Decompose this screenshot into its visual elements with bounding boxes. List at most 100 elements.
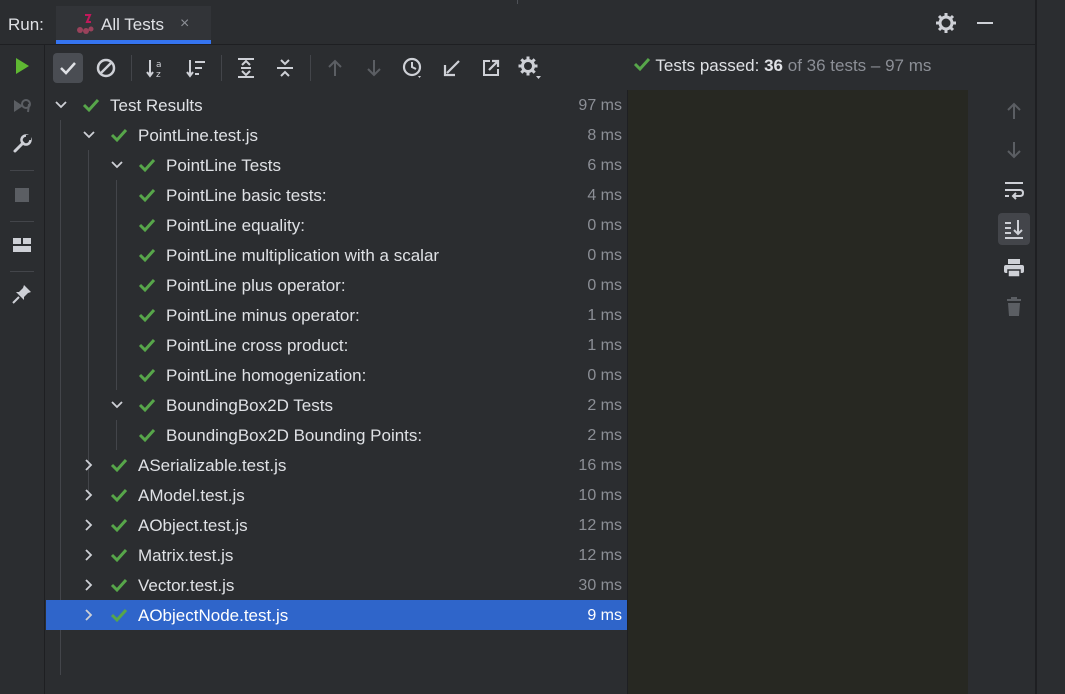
check-icon bbox=[138, 248, 156, 263]
check-icon bbox=[110, 608, 128, 623]
check-icon bbox=[138, 218, 156, 233]
tree-row-duration: 8 ms bbox=[587, 127, 622, 144]
check-icon bbox=[110, 518, 128, 533]
gear-icon bbox=[518, 56, 541, 79]
left-toolbar bbox=[0, 45, 45, 694]
tab-close-icon[interactable]: × bbox=[180, 15, 189, 33]
tree-row-label: Vector.test.js bbox=[138, 576, 235, 595]
tree-row-duration: 1 ms bbox=[587, 307, 622, 324]
separator bbox=[131, 55, 132, 81]
show-passed-button[interactable] bbox=[53, 53, 83, 83]
chevron-down-icon[interactable] bbox=[82, 128, 96, 142]
sort-duration-icon bbox=[186, 60, 205, 78]
tree-row[interactable]: PointLine plus operator: 0 ms bbox=[46, 270, 627, 300]
tree-row[interactable]: BoundingBox2D Bounding Points: 2 ms bbox=[46, 420, 627, 450]
console-output[interactable] bbox=[628, 90, 968, 694]
status-passed-count: 36 bbox=[764, 56, 784, 75]
tree-row-label: BoundingBox2D Bounding Points: bbox=[166, 426, 423, 445]
tree-row-duration: 2 ms bbox=[587, 427, 622, 444]
tree-row-duration: 12 ms bbox=[578, 517, 622, 534]
tree-row[interactable]: AObjectNode.test.js 9 ms bbox=[46, 600, 627, 630]
tree-row[interactable]: Vector.test.js 30 ms bbox=[46, 570, 627, 600]
soft-wrap-button[interactable] bbox=[1002, 178, 1026, 202]
tree-row[interactable]: PointLine equality: 0 ms bbox=[46, 210, 627, 240]
top-separator bbox=[517, 0, 518, 4]
rerun-icon[interactable] bbox=[11, 55, 33, 77]
tree-row[interactable]: PointLine multiplication with a scalar 0 … bbox=[46, 240, 627, 270]
arrow-down-icon bbox=[367, 60, 381, 77]
separator bbox=[10, 271, 34, 272]
tree-row[interactable]: PointLine minus operator: 1 ms bbox=[46, 300, 627, 330]
chevron-right-icon[interactable] bbox=[82, 578, 96, 592]
tree-row-duration: 0 ms bbox=[587, 247, 622, 264]
import-icon bbox=[443, 60, 460, 77]
tree-row-label: AObjectNode.test.js bbox=[138, 606, 289, 625]
tree-row-duration: 0 ms bbox=[587, 217, 622, 234]
test-results-tree[interactable]: Test Results 97 ms PointLine.test.js 8 ms Po… bbox=[46, 90, 628, 694]
tree-row[interactable]: PointLine.test.js 8 ms bbox=[46, 120, 627, 150]
pin-icon[interactable] bbox=[11, 283, 33, 305]
chevron-right-icon[interactable] bbox=[82, 548, 96, 562]
previous-failed-button bbox=[320, 53, 350, 83]
tree-row-label: PointLine minus operator: bbox=[166, 306, 360, 325]
chevron-down-icon[interactable] bbox=[110, 398, 124, 412]
chevron-down-icon[interactable] bbox=[110, 158, 124, 172]
separator bbox=[10, 221, 34, 222]
tree-row[interactable]: Test Results 97 ms bbox=[46, 90, 627, 120]
tree-row[interactable]: PointLine cross product: 1 ms bbox=[46, 330, 627, 360]
print-button[interactable] bbox=[1002, 256, 1026, 280]
test-settings-button[interactable] bbox=[515, 53, 545, 83]
sort-alphabetically-button[interactable]: a z bbox=[141, 53, 171, 83]
tree-row-label: PointLine equality: bbox=[166, 216, 305, 235]
minimize-icon[interactable] bbox=[975, 12, 995, 34]
expand-all-button[interactable] bbox=[231, 53, 261, 83]
scroll-to-end-button[interactable] bbox=[998, 213, 1030, 245]
chevron-down-icon[interactable] bbox=[54, 98, 68, 112]
tree-row-duration: 12 ms bbox=[578, 547, 622, 564]
tree-row[interactable]: PointLine Tests 6 ms bbox=[46, 150, 627, 180]
show-ignored-button[interactable] bbox=[91, 53, 121, 83]
separator bbox=[310, 55, 311, 81]
arrow-up-icon bbox=[328, 59, 342, 76]
check-icon bbox=[60, 62, 76, 75]
check-icon bbox=[138, 428, 156, 443]
chevron-right-icon[interactable] bbox=[82, 458, 96, 472]
tab-all-tests[interactable]: All Tests × bbox=[56, 6, 211, 44]
sort-by-duration-button[interactable] bbox=[181, 53, 211, 83]
tree-row-duration: 10 ms bbox=[578, 487, 622, 504]
tree-row[interactable]: ASerializable.test.js 16 ms bbox=[46, 450, 627, 480]
chevron-right-icon[interactable] bbox=[82, 488, 96, 502]
export-tests-button[interactable] bbox=[476, 53, 506, 83]
tree-row-label: ASerializable.test.js bbox=[138, 456, 287, 475]
tree-row[interactable]: BoundingBox2D Tests 2 ms bbox=[46, 390, 627, 420]
run-toolwindow-header: Run: All Tests × bbox=[0, 0, 1035, 45]
tree-row[interactable]: PointLine homogenization: 0 ms bbox=[46, 360, 627, 390]
ignored-icon bbox=[96, 58, 116, 78]
tree-row-duration: 0 ms bbox=[587, 277, 622, 294]
check-icon bbox=[110, 488, 128, 503]
chevron-right-icon[interactable] bbox=[82, 608, 96, 622]
check-icon bbox=[138, 278, 156, 293]
chevron-right-icon[interactable] bbox=[82, 518, 96, 532]
collapse-all-button[interactable] bbox=[270, 53, 300, 83]
tree-row-label: AModel.test.js bbox=[138, 486, 245, 505]
tree-row-label: PointLine homogenization: bbox=[166, 366, 367, 385]
status-suffix: of 36 tests – 97 ms bbox=[783, 56, 932, 75]
gear-icon[interactable] bbox=[935, 12, 957, 34]
tree-row-label: PointLine plus operator: bbox=[166, 276, 346, 295]
export-icon bbox=[483, 59, 500, 76]
expand-all-icon bbox=[238, 58, 254, 78]
check-icon bbox=[82, 98, 100, 113]
tree-row[interactable]: PointLine basic tests: 4 ms bbox=[46, 180, 627, 210]
import-tests-button[interactable] bbox=[437, 53, 467, 83]
tree-row[interactable]: AObject.test.js 12 ms bbox=[46, 510, 627, 540]
arrow-down-icon bbox=[1007, 142, 1021, 159]
tree-row-label: PointLine basic tests: bbox=[166, 186, 327, 205]
tree-row[interactable]: AModel.test.js 10 ms bbox=[46, 480, 627, 510]
test-history-button[interactable] bbox=[398, 53, 428, 83]
layout-icon[interactable] bbox=[11, 234, 33, 256]
wrench-icon[interactable] bbox=[11, 133, 33, 155]
next-failed-button bbox=[359, 53, 389, 83]
tree-row-label: PointLine.test.js bbox=[138, 126, 259, 145]
tree-row[interactable]: Matrix.test.js 12 ms bbox=[46, 540, 627, 570]
